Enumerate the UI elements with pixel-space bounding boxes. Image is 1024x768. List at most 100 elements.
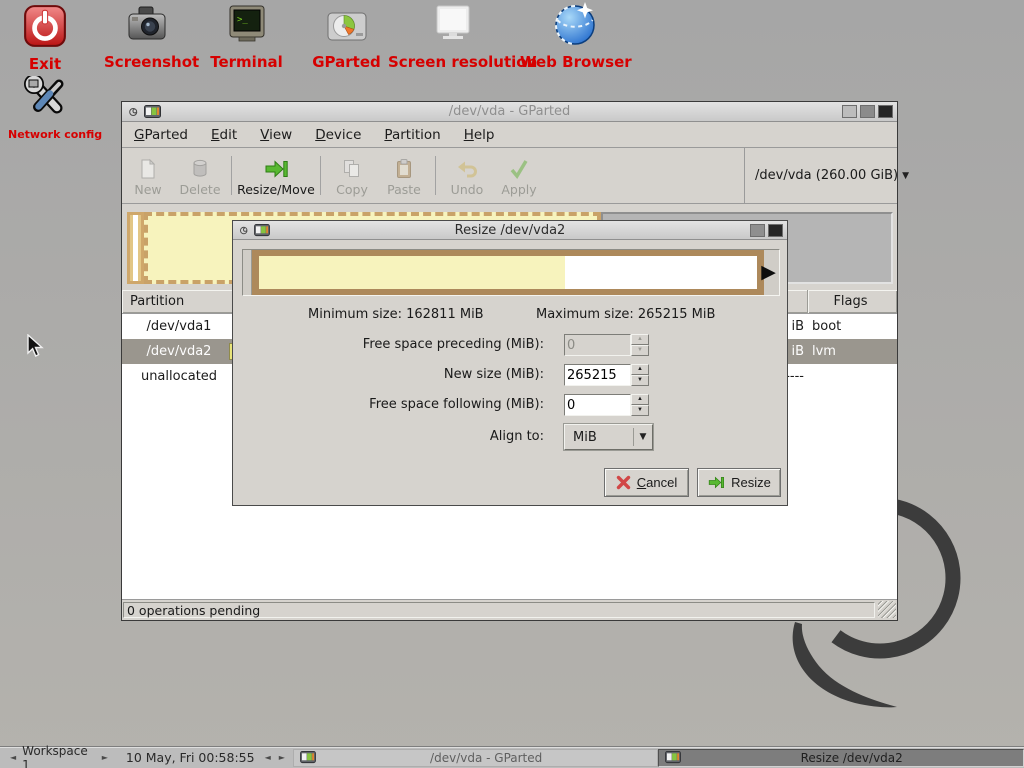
spinner-following[interactable]: ▲ ▼ [631,394,649,416]
resize-button[interactable]: Resize [697,468,781,497]
tasklist-scroll: ◄ ► [265,753,285,762]
arrow-right-icon: ▶ [761,263,776,282]
copy-button[interactable]: Copy [326,148,378,203]
free-space-following-field[interactable] [564,394,631,416]
gparted-titlebar[interactable]: /dev/vda - GParted [122,102,897,122]
new-size-field[interactable] [564,364,631,386]
delete-button[interactable]: Delete [174,148,226,203]
slider-used-space [259,256,565,289]
gparted-app-icon [144,105,161,119]
taskbar-button-gparted[interactable]: /dev/vda - GParted [293,749,659,767]
cancel-x-icon [616,475,631,490]
slider-right-handle[interactable]: ▶ [764,250,779,295]
spinner-new-size[interactable]: ▲ ▼ [631,364,649,386]
menu-help[interactable]: Help [464,127,495,143]
globe-icon [552,1,598,47]
desktop-icon-label: Web Browser [520,53,630,71]
window-title: /dev/vda - GParted [122,104,897,119]
spin-up-icon[interactable]: ▲ [631,334,649,345]
workspace-next-icon[interactable]: ► [102,753,108,762]
resize-dialog: Resize /dev/vda2 ▶ Minimum size: 162811 … [232,220,788,506]
apply-button[interactable]: Apply [493,148,545,203]
desktop-icon-network-config[interactable]: Network config [8,76,86,141]
maximize-button[interactable] [860,105,875,118]
maximize-button[interactable] [750,224,765,237]
align-to-dropdown[interactable]: MiB ▼ [564,424,653,450]
gparted-app-icon [254,224,270,237]
field-label: Free space preceding (MiB): [363,337,544,352]
desktop-icon-terminal[interactable]: >_ Terminal [204,3,289,71]
form-row-new-size: New size (MiB): ▲ ▼ [233,364,787,386]
apply-check-icon [508,158,530,180]
desktop-icon-label: Exit [13,55,77,73]
form-row-following: Free space following (MiB): ▲ ▼ [233,394,787,416]
taskbar: ◄ Workspace 1 ► 10 May, Fri 00:58:55 ◄ ►… [0,746,1024,768]
status-text: 0 operations pending [123,602,875,618]
toolbar-separator [435,156,436,195]
column-header-flags[interactable]: Flags [807,290,893,313]
device-selector[interactable]: /dev/vda (260.00 GiB) ▼ [744,148,897,203]
device-selector-value: /dev/vda (260.00 GiB) [755,168,898,183]
field-label: Align to: [490,429,544,444]
menu-view[interactable]: View [260,127,292,143]
spin-up-icon[interactable]: ▲ [631,364,649,375]
disk-partition-icon [325,5,369,47]
spin-down-icon[interactable]: ▼ [631,345,649,356]
dialog-titlebar[interactable]: Resize /dev/vda2 [233,221,787,240]
desktop-icon-label: Screenshot [104,53,189,71]
undo-button[interactable]: Undo [441,148,493,203]
toolbar-separator [231,156,232,195]
power-icon [22,3,68,49]
desktop-icon-screen-resolution[interactable]: Screen resolution [388,3,518,71]
tasklist-right-icon[interactable]: ► [279,753,285,762]
paste-icon [393,158,415,180]
free-space-preceding-field[interactable] [564,334,631,356]
menu-edit[interactable]: Edit [211,127,237,143]
cancel-button[interactable]: Cancel [604,468,689,497]
taskbar-button-resize-dialog[interactable]: Resize /dev/vda2 [658,749,1024,767]
taskbar-clock: 10 May, Fri 00:58:55 [126,750,255,765]
debian-swirl-icon [127,105,140,119]
svg-text:>_: >_ [237,15,248,25]
new-document-icon [137,158,159,180]
close-button[interactable] [768,224,783,237]
desktop-icon-label: Network config [8,128,86,141]
form-row-preceding: Free space preceding (MiB): ▲ ▼ [233,334,787,356]
status-bar: 0 operations pending [122,599,897,620]
menu-gparted[interactable]: GParted [134,127,188,143]
resize-move-button[interactable]: Resize/Move [237,148,315,203]
resize-arrow-icon [707,475,725,490]
align-to-value: MiB [565,430,633,445]
desktop-icon-gparted[interactable]: GParted [304,5,389,71]
minimize-button[interactable] [842,105,857,118]
resize-slider[interactable]: ▶ [242,249,780,296]
spin-down-icon[interactable]: ▼ [631,375,649,386]
spin-down-icon[interactable]: ▼ [631,405,649,416]
slider-left-handle[interactable] [243,250,252,295]
desktop-icon-web-browser[interactable]: Web Browser [520,1,630,71]
resize-grip[interactable] [878,601,896,618]
spin-up-icon[interactable]: ▲ [631,394,649,405]
workspace-pager[interactable]: ◄ Workspace 1 ► [0,744,116,768]
spinner-preceding[interactable]: ▲ ▼ [631,334,649,356]
paste-button[interactable]: Paste [378,148,430,203]
desktop-icon-label: Screen resolution [388,53,518,71]
partition-segment-vda1[interactable] [127,212,144,284]
menu-device[interactable]: Device [315,127,361,143]
copy-icon [341,158,363,180]
desktop: Exit Screenshot >_ Terminal [0,0,1024,768]
desktop-icon-label: Terminal [204,53,289,71]
tasklist-left-icon[interactable]: ◄ [265,753,271,762]
monitor-icon [431,3,475,47]
camera-icon [125,3,169,47]
chevron-down-icon: ▼ [634,432,652,442]
menubar: GParted Edit View Device Partition Help [122,122,897,148]
new-button[interactable]: New [122,148,174,203]
menu-partition[interactable]: Partition [384,127,440,143]
close-button[interactable] [878,105,893,118]
workspace-prev-icon[interactable]: ◄ [10,753,16,762]
desktop-icon-screenshot[interactable]: Screenshot [104,3,189,71]
column-header-partition[interactable]: Partition [122,290,236,313]
delete-partition-icon [189,158,211,180]
desktop-icon-exit[interactable]: Exit [13,3,77,73]
